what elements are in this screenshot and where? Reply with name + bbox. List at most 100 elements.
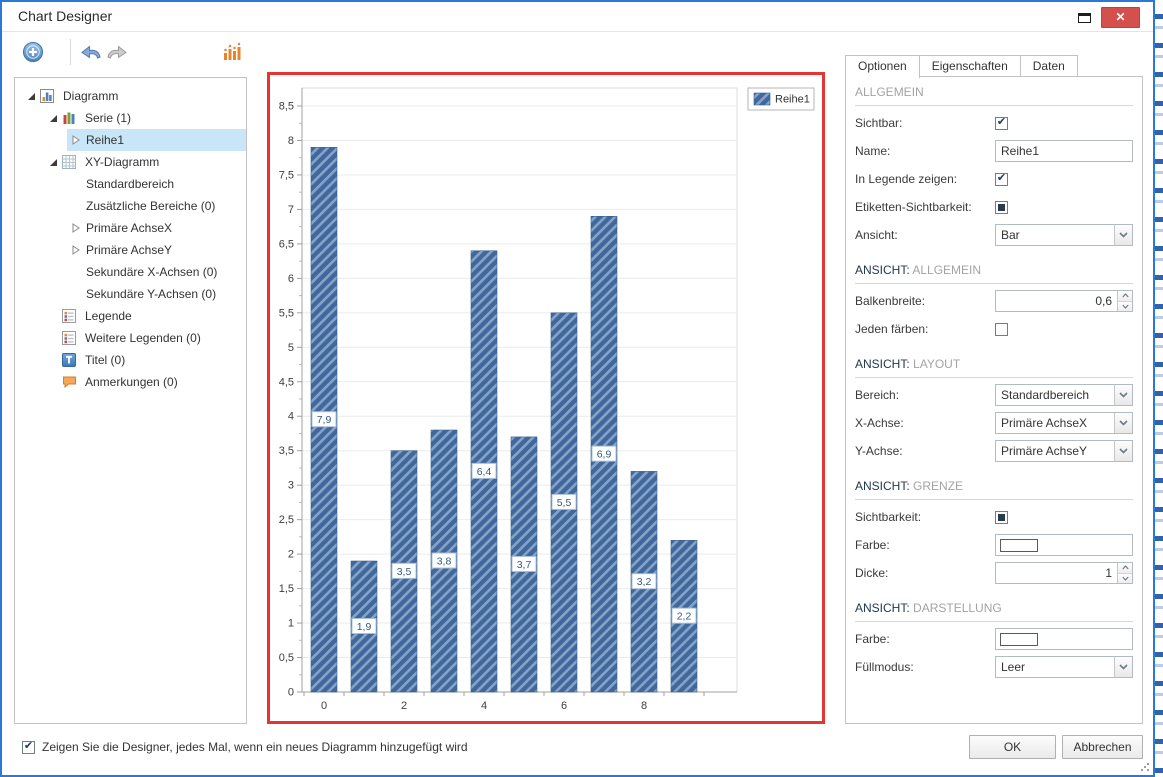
expand-arrow-icon[interactable] [67, 132, 83, 148]
chart-type-button[interactable] [219, 39, 245, 65]
field-value: Bar [996, 228, 1114, 242]
property-label: Ansicht: [855, 228, 995, 242]
expander-spacer [67, 264, 83, 280]
section-header-ansicht-darstellung: ANSICHT: DARSTELLUNG [855, 601, 1133, 622]
svg-text:2: 2 [288, 549, 294, 561]
tree-item-label: XY-Diagramm [82, 155, 162, 169]
undo-button[interactable] [78, 39, 104, 65]
restore-icon[interactable] [1078, 13, 1091, 23]
chevron-down-icon[interactable] [1114, 385, 1132, 405]
expand-arrow-icon[interactable] [67, 220, 83, 236]
tree-item-sekundäre-y-achsen-0[interactable]: Sekundäre Y-Achsen (0) [15, 283, 246, 305]
sichtbar-checkbox[interactable]: ✔ [995, 117, 1008, 130]
property-row-ansicht: Ansicht:Bar [855, 224, 1133, 246]
svg-text:8,5: 8,5 [279, 101, 294, 113]
tab-daten[interactable]: Daten [1021, 55, 1078, 77]
property-row-jeden-färben: Jeden färben: [855, 318, 1133, 340]
chevron-down-icon[interactable] [1114, 225, 1132, 245]
svg-text:3,5: 3,5 [279, 445, 294, 457]
bereich-dropdown-field[interactable]: Standardbereich [995, 384, 1133, 406]
tree-item-label: Standardbereich [83, 177, 177, 191]
redo-button[interactable] [104, 39, 130, 65]
sichtbarkeit-checkbox[interactable] [995, 511, 1008, 524]
tree-item-xy-diagramm[interactable]: XY-Diagramm [15, 151, 246, 173]
spin-up-icon[interactable] [1118, 563, 1132, 574]
property-label: Balkenbreite: [855, 294, 995, 308]
spin-up-icon[interactable] [1118, 291, 1132, 302]
etiketten-sichtbarkeit-checkbox[interactable] [995, 201, 1008, 214]
tab-optionen[interactable]: Optionen [845, 55, 920, 78]
tree-item-standardbereich[interactable]: Standardbereich [15, 173, 246, 195]
ansicht-dropdown-field[interactable]: Bar [995, 224, 1133, 246]
tree-item-serie-1[interactable]: Serie (1) [15, 107, 246, 129]
svg-text:4: 4 [288, 411, 294, 423]
dicke-spin-field[interactable]: 1 [995, 562, 1133, 584]
spin-down-icon[interactable] [1118, 574, 1132, 584]
redo-icon [106, 44, 128, 60]
tree-item-diagramm[interactable]: Diagramm [15, 85, 246, 107]
tree-item-primäre-achsex[interactable]: Primäre AchseX [15, 217, 246, 239]
svg-text:3: 3 [288, 480, 294, 492]
property-row-in-legende-zeigen: In Legende zeigen:✔ [855, 168, 1133, 190]
property-row-farbe: Farbe: [855, 534, 1133, 556]
in-legende-zeigen-checkbox[interactable]: ✔ [995, 173, 1008, 186]
tree-item-anmerkungen-0[interactable]: Anmerkungen (0) [15, 371, 246, 393]
tree-item-sekundäre-x-achsen-0[interactable]: Sekundäre X-Achsen (0) [15, 261, 246, 283]
property-label: Name: [855, 144, 995, 158]
tree-item-weitere-legenden-0[interactable]: Weitere Legenden (0) [15, 327, 246, 349]
name-text-field[interactable]: Reihe1 [995, 140, 1133, 162]
tree-item-titel-0[interactable]: Titel (0) [15, 349, 246, 371]
chart-designer-window: Chart Designer ✕ [0, 0, 1155, 777]
svg-text:6: 6 [288, 273, 294, 285]
show-designer-checkbox[interactable]: ✔ [22, 741, 35, 754]
titlebar[interactable]: Chart Designer ✕ [2, 2, 1153, 32]
jeden-färben-checkbox[interactable] [995, 323, 1008, 336]
tree-item-primäre-achsey[interactable]: Primäre AchseY [15, 239, 246, 261]
chevron-down-icon[interactable] [1114, 657, 1132, 677]
property-label: X-Achse: [855, 416, 995, 430]
collapse-arrow-icon[interactable] [45, 154, 61, 170]
chevron-down-icon[interactable] [1114, 441, 1132, 461]
color-swatch[interactable] [1000, 539, 1038, 552]
expander-spacer [45, 308, 61, 324]
füllmodus-dropdown-field[interactable]: Leer [995, 656, 1133, 678]
x-achse-dropdown-field[interactable]: Primäre AchseX [995, 412, 1133, 434]
section-header-ansicht-allgemein: ANSICHT: ALLGEMEIN [855, 263, 1133, 284]
field-value: Reihe1 [996, 144, 1132, 158]
property-row-sichtbar: Sichtbar:✔ [855, 112, 1133, 134]
svg-text:1,5: 1,5 [279, 583, 294, 595]
resize-grip[interactable] [1140, 762, 1150, 772]
svg-text:6,5: 6,5 [279, 238, 294, 250]
close-button[interactable]: ✕ [1101, 7, 1140, 28]
tree-item-label: Primäre AchseY [83, 243, 175, 257]
tree-item-zusätzliche-bereiche-0[interactable]: Zusätzliche Bereiche (0) [15, 195, 246, 217]
toolbar-separator [70, 39, 71, 65]
tree-item-legende[interactable]: Legende [15, 305, 246, 327]
cancel-button[interactable]: Abbrechen [1062, 735, 1143, 759]
tree-item-label: Sekundäre Y-Achsen (0) [83, 287, 219, 301]
spin-down-icon[interactable] [1118, 302, 1132, 312]
tab-eigenschaften[interactable]: Eigenschaften [920, 55, 1021, 77]
chevron-down-icon[interactable] [1114, 413, 1132, 433]
point-label: 3,8 [437, 556, 452, 568]
chart-preview[interactable]: 00,511,522,533,544,555,566,577,588,50246… [267, 72, 825, 724]
farbe-color-field[interactable] [995, 628, 1133, 650]
farbe-color-field[interactable] [995, 534, 1133, 556]
tree-item-label: Anmerkungen (0) [82, 375, 181, 389]
property-label: Dicke: [855, 566, 995, 580]
point-label: 7,9 [317, 414, 332, 426]
tree-item-reihe1[interactable]: Reihe1 [15, 129, 246, 151]
svg-text:0: 0 [321, 700, 327, 712]
color-swatch[interactable] [1000, 633, 1038, 646]
property-label: Farbe: [855, 632, 995, 646]
add-series-button[interactable] [20, 39, 46, 65]
expand-arrow-icon[interactable] [67, 242, 83, 258]
chart-legend[interactable]: Reihe1 [748, 88, 814, 110]
svg-text:6: 6 [561, 700, 567, 712]
ok-button[interactable]: OK [969, 735, 1056, 759]
svg-text:7,5: 7,5 [279, 169, 294, 181]
balkenbreite-spin-field[interactable]: 0,6 [995, 290, 1133, 312]
collapse-arrow-icon[interactable] [23, 88, 39, 104]
y-achse-dropdown-field[interactable]: Primäre AchseY [995, 440, 1133, 462]
collapse-arrow-icon[interactable] [45, 110, 61, 126]
